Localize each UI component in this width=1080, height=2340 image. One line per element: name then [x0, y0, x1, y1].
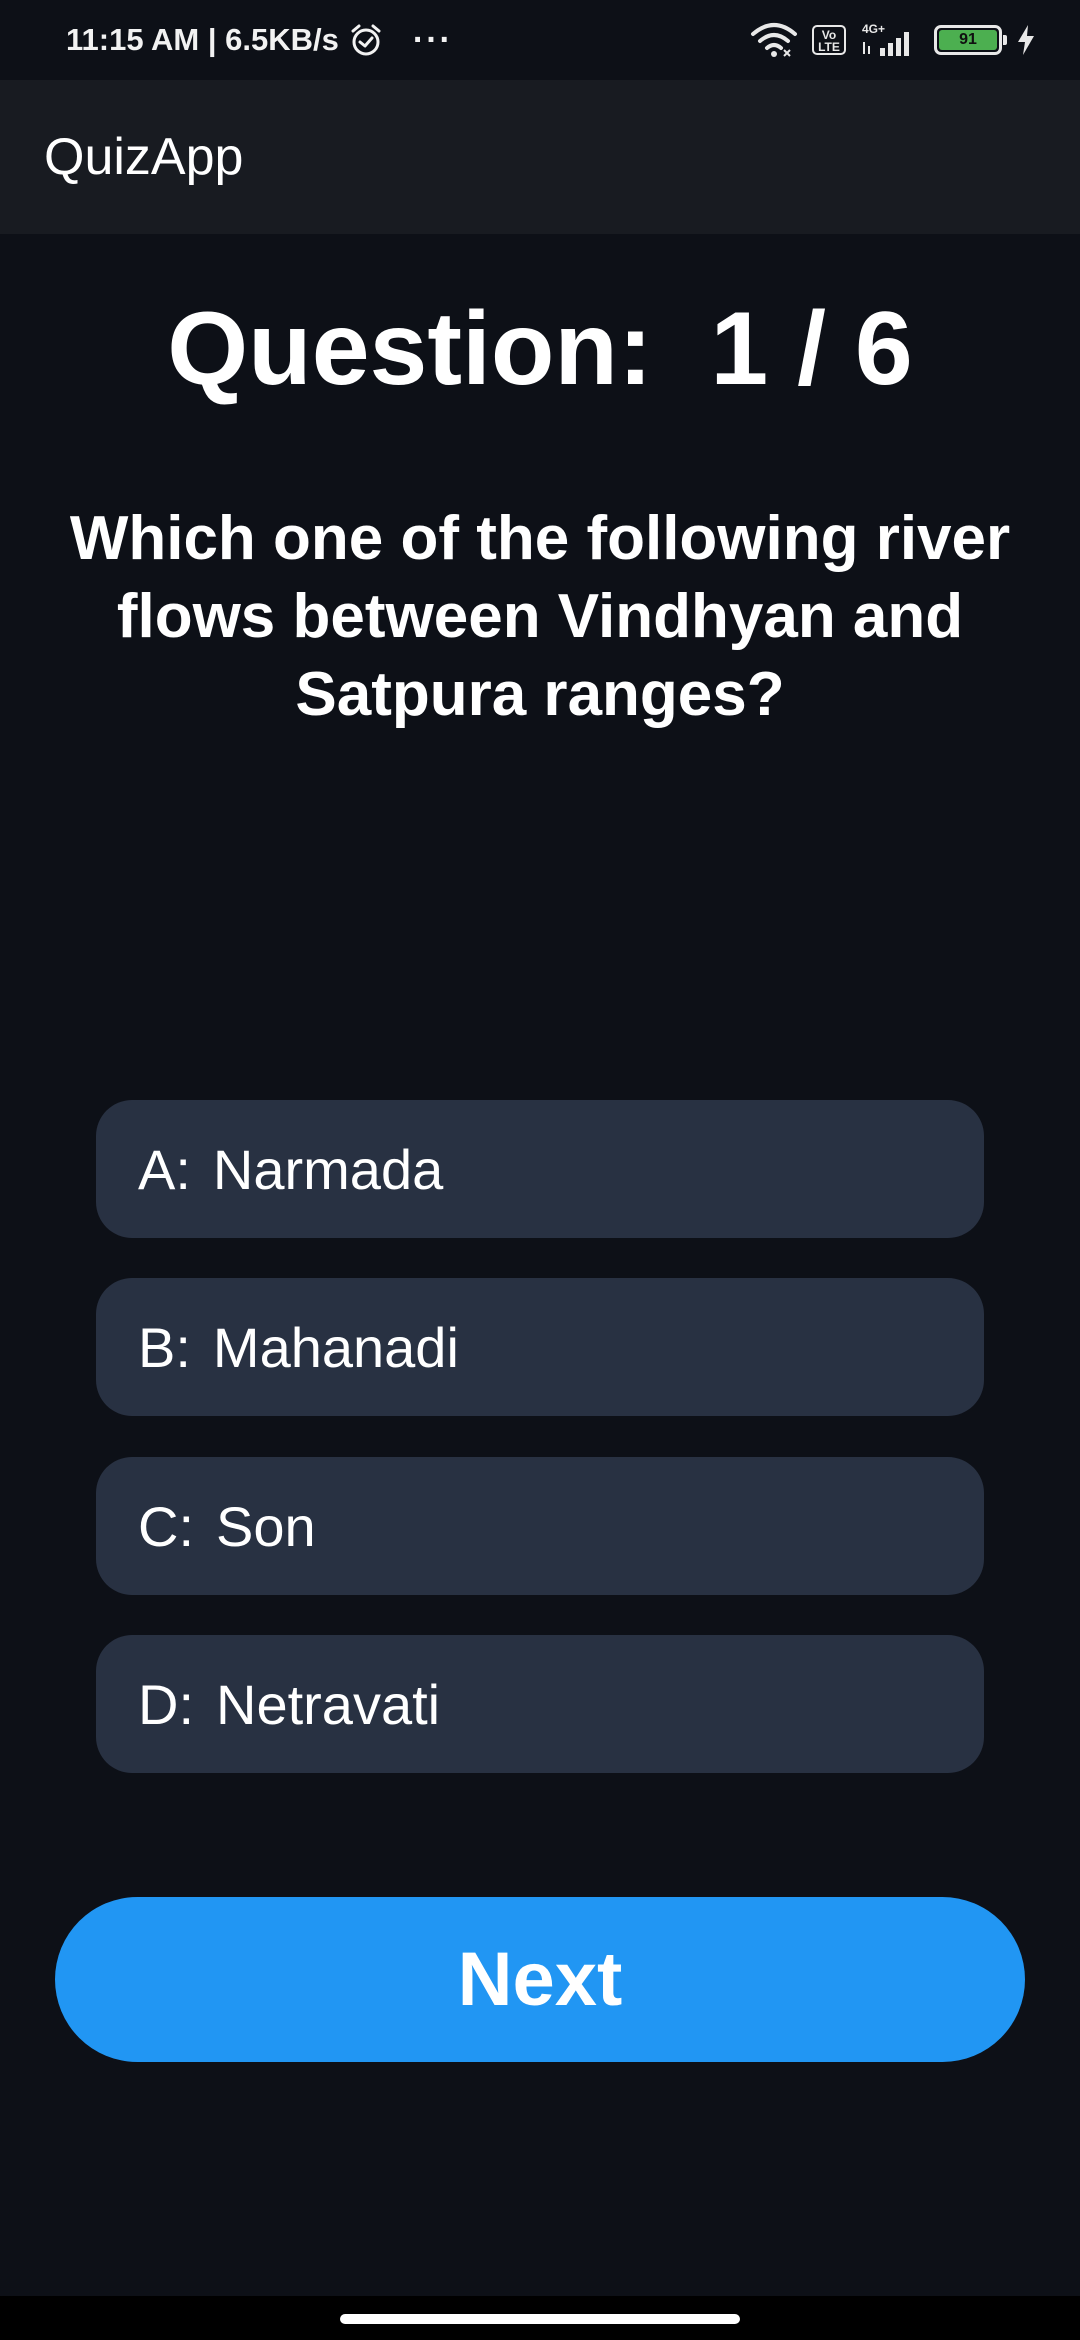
app-title: QuizApp — [44, 128, 244, 186]
alarm-icon — [351, 24, 381, 56]
wifi-icon — [751, 23, 797, 57]
next-button[interactable]: Next — [55, 1897, 1025, 2062]
option-letter: B: — [138, 1315, 191, 1379]
volte-icon: Vo LTE — [812, 25, 846, 55]
option-d-button[interactable]: D: Netravati — [96, 1635, 984, 1773]
home-indicator[interactable] — [340, 2314, 740, 2324]
signal-icon: 4G+ — [862, 22, 909, 56]
option-c-button[interactable]: C: Son — [96, 1457, 984, 1595]
svg-text:4G+: 4G+ — [862, 22, 885, 36]
status-right: Vo LTE 4G+ 91 — [750, 22, 1036, 58]
option-text: Narmada — [212, 1137, 444, 1201]
option-letter: A: — [138, 1137, 191, 1201]
status-time-speed: 11:15 AM | 6.5KB/s — [66, 22, 339, 57]
charging-icon — [1018, 25, 1034, 55]
option-letter: D: — [138, 1672, 194, 1736]
status-bar: 11:15 AM | 6.5KB/s ··· Vo LTE 4G+ 91 — [0, 0, 1080, 80]
option-letter: C: — [138, 1494, 194, 1558]
question-counter: Question: 1 / 6 — [167, 291, 913, 407]
battery-icon: 91 — [934, 25, 1007, 55]
option-a-button[interactable]: A: Narmada — [96, 1100, 984, 1238]
option-b-button[interactable]: B: Mahanadi — [96, 1278, 984, 1416]
option-text: Mahanadi — [212, 1315, 459, 1379]
navigation-bar — [0, 2296, 1080, 2340]
more-notifications-icon: ··· — [412, 20, 453, 59]
quiz-screen: 11:15 AM | 6.5KB/s ··· Vo LTE 4G+ 91 Qui… — [0, 0, 1080, 2340]
option-text: Son — [216, 1494, 316, 1558]
app-bar: QuizApp — [0, 80, 1080, 234]
battery-level: 91 — [939, 30, 997, 50]
option-text: Netravati — [216, 1672, 441, 1736]
question-text: Which one of the following river flows b… — [69, 504, 1011, 729]
status-left: 11:15 AM | 6.5KB/s ··· — [66, 21, 453, 60]
